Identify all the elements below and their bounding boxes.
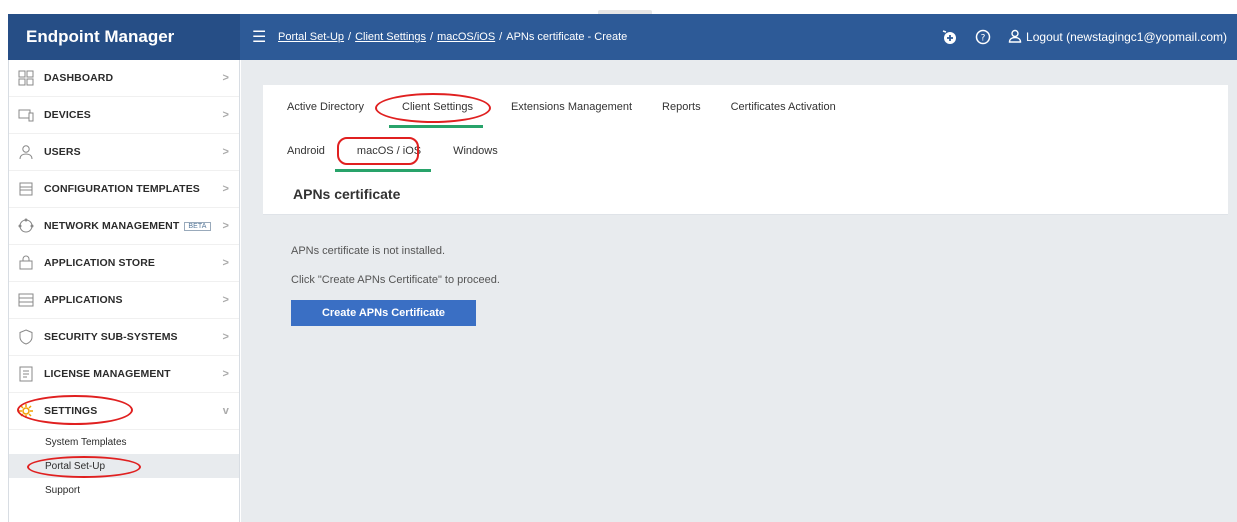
tab-android[interactable]: Android (275, 141, 337, 161)
chevron-right-icon: > (222, 331, 229, 343)
breadcrumb-current: APNs certificate - Create (506, 31, 628, 43)
sidebar-item-label: NETWORK MANAGEMENT (44, 220, 180, 232)
header-actions: ? Logout (newstagingc1@yopmail.com) (940, 28, 1237, 46)
app-window: Endpoint Manager ☰ Portal Set-Up / Clien… (0, 0, 1237, 522)
annotation-oval-settings (17, 395, 133, 425)
section-title: APNs certificate (293, 186, 401, 202)
hamburger-menu-icon[interactable]: ☰ (252, 27, 278, 47)
annotation-oval-client-settings (375, 93, 491, 123)
user-icon (1008, 29, 1022, 46)
breadcrumb: Portal Set-Up / Client Settings / macOS/… (278, 31, 627, 43)
sidebar-item-applications[interactable]: APPLICATIONS > (9, 282, 239, 319)
top-bar: Endpoint Manager ☰ Portal Set-Up / Clien… (8, 14, 1237, 60)
license-icon (17, 365, 35, 383)
logout-label: Logout (newstagingc1@yopmail.com) (1026, 30, 1227, 44)
breadcrumb-macos-ios[interactable]: macOS/iOS (437, 31, 495, 43)
breadcrumb-separator: / (430, 31, 434, 43)
applications-icon (17, 291, 35, 309)
apns-status-box: APNs certificate is not installed. Click… (263, 214, 1228, 365)
macos-ios-active-indicator (335, 169, 431, 172)
breadcrumb-separator: / (499, 31, 503, 43)
breadcrumb-separator: / (348, 31, 352, 43)
devices-icon (17, 106, 35, 124)
client-settings-active-indicator (389, 125, 483, 128)
tab-windows[interactable]: Windows (441, 141, 510, 161)
app-title: Endpoint Manager (8, 14, 240, 60)
beta-badge: BETA (184, 221, 211, 231)
sidebar-item-license-management[interactable]: LICENSE MANAGEMENT > (9, 356, 239, 393)
network-icon (17, 217, 35, 235)
chevron-down-icon: v (222, 405, 229, 417)
breadcrumb-portal-setup[interactable]: Portal Set-Up (278, 31, 344, 43)
sidebar-item-label: APPLICATIONS (44, 294, 123, 306)
users-icon (17, 143, 35, 161)
add-notification-icon[interactable] (940, 28, 958, 46)
sidebar-item-label: SECURITY SUB-SYSTEMS (44, 331, 178, 343)
chevron-right-icon: > (222, 183, 229, 195)
sidebar-item-dashboard[interactable]: DASHBOARD > (9, 60, 239, 97)
shield-icon (17, 328, 35, 346)
main-content: Active Directory Client Settings Extensi… (241, 60, 1237, 522)
sidebar-item-security-sub-systems[interactable]: SECURITY SUB-SYSTEMS > (9, 319, 239, 356)
configuration-icon (17, 180, 35, 198)
sidebar-item-application-store[interactable]: APPLICATION STORE > (9, 245, 239, 282)
sidebar-item-network-management[interactable]: NETWORK MANAGEMENT BETA > (9, 208, 239, 245)
sidebar-item-label: DEVICES (44, 109, 91, 121)
logout-button[interactable]: Logout (newstagingc1@yopmail.com) (1008, 29, 1227, 46)
chevron-right-icon: > (222, 220, 229, 232)
chevron-right-icon: > (222, 146, 229, 158)
sidebar-subitem-system-templates[interactable]: System Templates (9, 430, 239, 454)
sidebar-item-users[interactable]: USERS > (9, 134, 239, 171)
tab-extensions-management[interactable]: Extensions Management (499, 97, 644, 117)
chevron-right-icon: > (222, 257, 229, 269)
tab-active-directory[interactable]: Active Directory (275, 97, 376, 117)
primary-tabs: Active Directory Client Settings Extensi… (275, 97, 848, 117)
chevron-right-icon: > (222, 294, 229, 306)
chevron-right-icon: > (222, 72, 229, 84)
tab-certificates-activation[interactable]: Certificates Activation (719, 97, 848, 117)
sidebar-item-label: LICENSE MANAGEMENT (44, 368, 171, 380)
dashboard-icon (17, 69, 35, 87)
annotation-oval-portal-setup (27, 456, 141, 478)
chevron-right-icon: > (222, 368, 229, 380)
sidebar-subitem-support[interactable]: Support (9, 478, 239, 502)
chevron-right-icon: > (222, 109, 229, 121)
create-apns-certificate-button[interactable]: Create APNs Certificate (291, 300, 476, 326)
help-icon[interactable]: ? (974, 28, 992, 46)
store-icon (17, 254, 35, 272)
sidebar: DASHBOARD > DEVICES > USERS > CONFIGURAT… (8, 60, 240, 522)
sidebar-item-configuration-templates[interactable]: CONFIGURATION TEMPLATES > (9, 171, 239, 208)
status-message: APNs certificate is not installed. (291, 245, 446, 257)
sidebar-item-label: CONFIGURATION TEMPLATES (44, 183, 200, 195)
sidebar-item-label: APPLICATION STORE (44, 257, 155, 269)
settings-panel: Active Directory Client Settings Extensi… (263, 85, 1228, 365)
svg-text:?: ? (981, 34, 986, 44)
instruction-message: Click "Create APNs Certificate" to proce… (291, 274, 500, 286)
annotation-oval-macos-ios (337, 137, 419, 165)
tab-reports[interactable]: Reports (644, 97, 719, 117)
breadcrumb-client-settings[interactable]: Client Settings (355, 31, 426, 43)
sidebar-item-label: DASHBOARD (44, 72, 114, 84)
sidebar-item-label: USERS (44, 146, 81, 158)
sidebar-item-devices[interactable]: DEVICES > (9, 97, 239, 134)
